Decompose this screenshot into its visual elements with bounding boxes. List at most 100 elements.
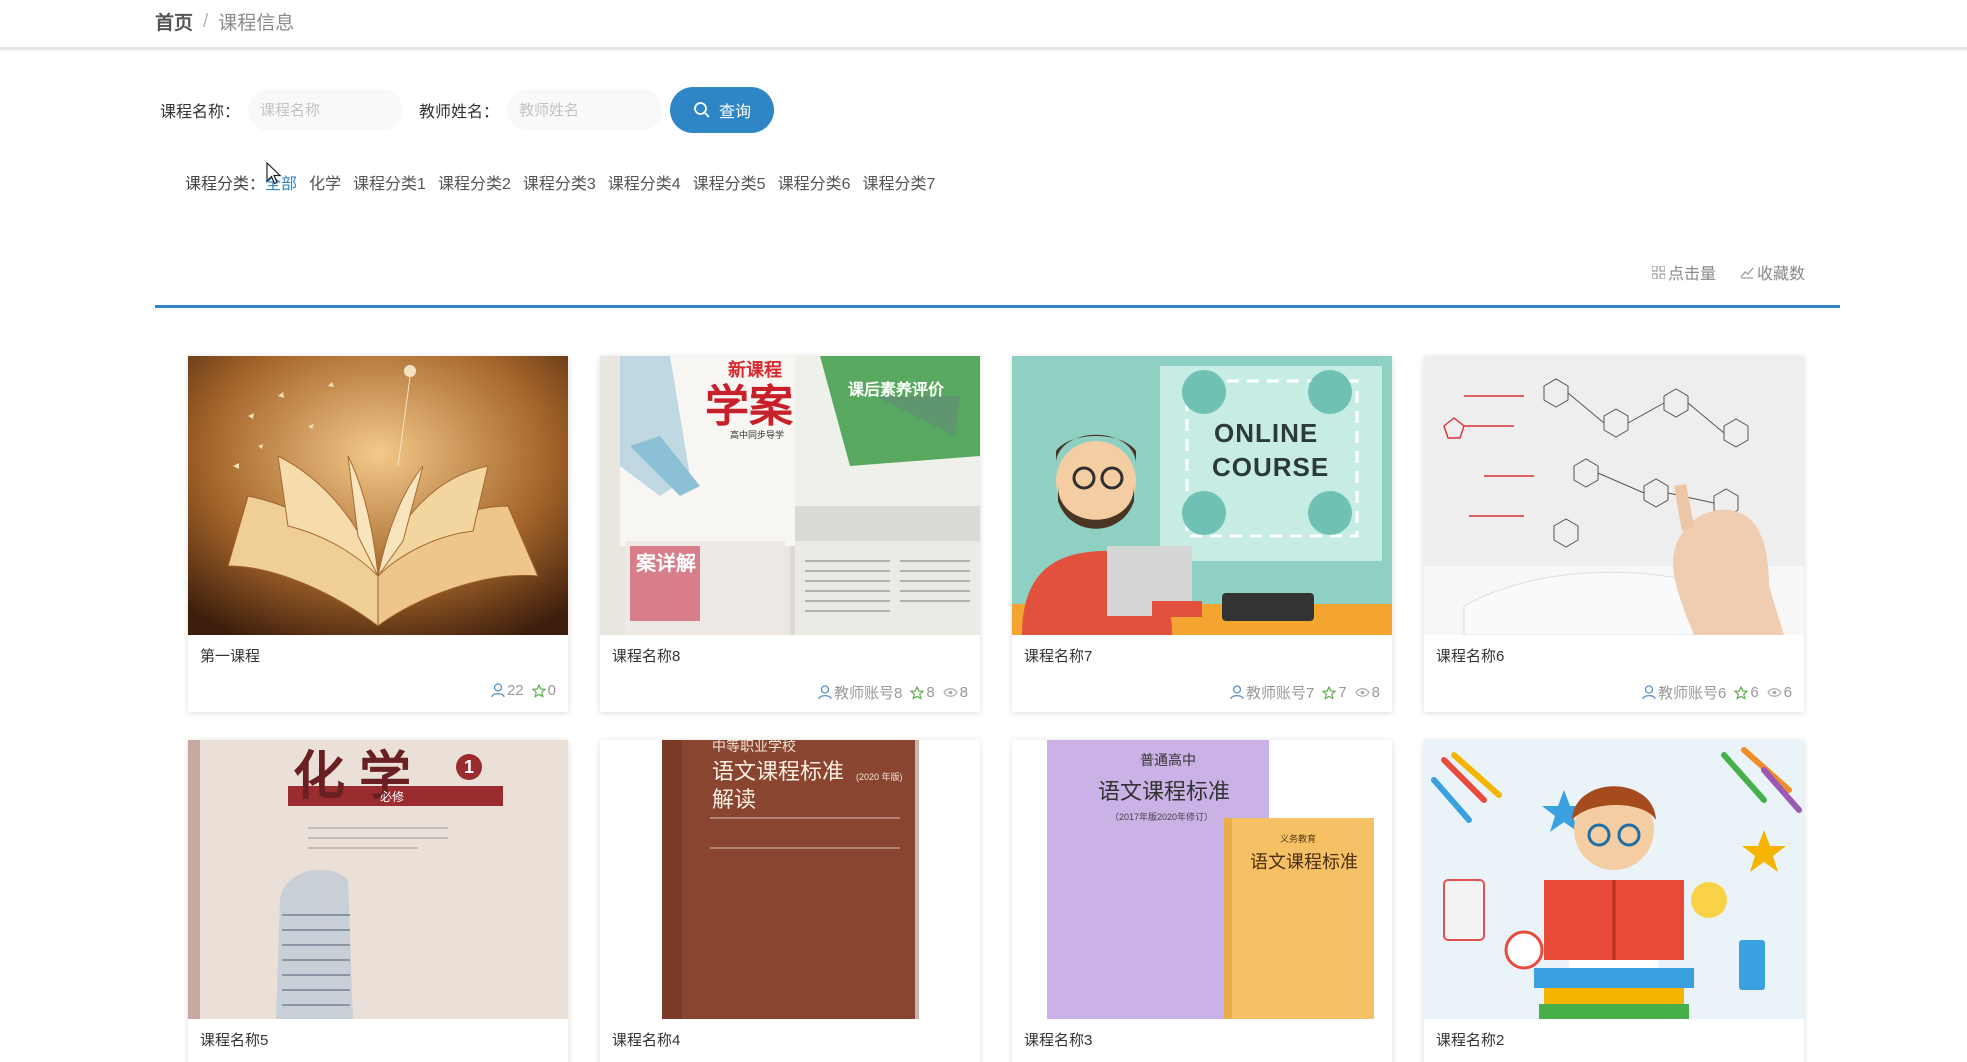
star-icon xyxy=(1734,685,1749,700)
course-meta: 教师账号6 6 6 xyxy=(1634,682,1792,703)
teacher-meta: 教师账号8 xyxy=(818,682,902,703)
category-item-chemistry[interactable]: 化学 xyxy=(309,170,341,194)
course-card[interactable]: 课程名称6 教师账号6 6 6 xyxy=(1424,356,1804,712)
teacher-value: 教师账号7 xyxy=(1245,685,1315,702)
search-form: 课程名称： 教师姓名： 查询 xyxy=(160,87,775,133)
breadcrumb-current: 课程信息 xyxy=(218,13,295,34)
stars-value: 0 xyxy=(547,682,556,699)
course-cover-image: 中等职业学校 语文课程标准 (2020 年版) 解读 xyxy=(600,740,980,1019)
stars-value: 8 xyxy=(926,684,935,701)
category-item-3[interactable]: 课程分类3 xyxy=(523,170,596,194)
top-bar: 首页 / 课程信息 xyxy=(0,0,1967,50)
cover-text: COURSE xyxy=(1212,452,1330,482)
teacher-name-input[interactable] xyxy=(507,89,663,131)
course-card[interactable]: 第一课程 22 0 xyxy=(188,356,568,712)
category-filter: 课程分类： 全部 化学 课程分类1 课程分类2 课程分类3 课程分类4 课程分类… xyxy=(185,170,947,194)
teacher-meta: 22 xyxy=(491,682,524,699)
course-meta: 22 0 xyxy=(483,682,556,699)
course-cover-image xyxy=(188,356,568,635)
cover-text: （2017年版2020年修订） xyxy=(1110,812,1214,822)
search-icon xyxy=(694,102,710,118)
course-name-input[interactable] xyxy=(248,89,404,131)
sort-grid-icon xyxy=(1651,265,1665,279)
cover-text: 化学 xyxy=(293,746,426,807)
teacher-value: 教师账号6 xyxy=(1657,685,1727,702)
views-value: 8 xyxy=(1371,684,1380,701)
category-label: 课程分类： xyxy=(185,176,266,193)
course-name-label: 课程名称： xyxy=(160,104,241,121)
cover-text: 学案 xyxy=(705,381,793,432)
course-cover-image: 普通高中 语文课程标准 （2017年版2020年修订） 义务教育 语文课程标准 xyxy=(1012,740,1392,1019)
course-cover-image: 新课程 学案 高中同步导学 课后素养评价 案详解 xyxy=(600,356,980,635)
category-item-1[interactable]: 课程分类1 xyxy=(353,170,426,194)
user-icon xyxy=(1642,685,1656,700)
course-card[interactable]: 新课程 学案 高中同步导学 课后素养评价 案详解 课程名称8 教师账号8 8 8 xyxy=(600,356,980,712)
cover-text: (2020 年版) xyxy=(856,772,903,782)
eye-icon xyxy=(1354,688,1370,697)
course-title: 课程名称8 xyxy=(612,648,681,665)
category-item-7[interactable]: 课程分类7 xyxy=(862,170,935,194)
course-card[interactable]: ONLINE COURSE 课程名称7 教师账号7 7 8 xyxy=(1012,356,1392,712)
category-item-6[interactable]: 课程分类6 xyxy=(778,170,851,194)
views-value: 8 xyxy=(959,684,968,701)
sort-by-clicks[interactable]: 点击量 xyxy=(1651,260,1716,284)
stars-meta: 6 xyxy=(1734,684,1759,701)
course-card[interactable]: 课程名称2 xyxy=(1424,740,1804,1062)
course-card[interactable]: 化学 1 必修 课程名称5 xyxy=(188,740,568,1062)
cover-text: 义务教育 xyxy=(1280,834,1317,844)
sort-chart-icon xyxy=(1740,267,1754,279)
cover-text: 解读 xyxy=(712,788,757,813)
user-icon xyxy=(818,685,832,700)
star-icon xyxy=(1322,685,1337,700)
category-item-2[interactable]: 课程分类2 xyxy=(438,170,511,194)
course-title: 课程名称3 xyxy=(1024,1032,1093,1049)
category-item-4[interactable]: 课程分类4 xyxy=(608,170,681,194)
cover-text: 必修 xyxy=(380,790,405,804)
search-button-label: 查询 xyxy=(719,104,752,121)
mouse-cursor-icon xyxy=(266,162,282,185)
course-card[interactable]: 中等职业学校 语文课程标准 (2020 年版) 解读 课程名称4 xyxy=(600,740,980,1062)
course-title: 课程名称6 xyxy=(1436,648,1505,665)
cover-text: 普通高中 xyxy=(1140,753,1196,769)
stars-value: 7 xyxy=(1338,684,1347,701)
course-meta: 教师账号7 7 8 xyxy=(1222,682,1380,703)
cover-text: ONLINE xyxy=(1214,418,1319,448)
course-title: 课程名称7 xyxy=(1024,648,1093,665)
cover-text: 1 xyxy=(456,754,482,780)
section-divider xyxy=(155,305,1840,308)
course-title: 第一课程 xyxy=(200,648,261,665)
course-card[interactable]: 普通高中 语文课程标准 （2017年版2020年修订） 义务教育 语文课程标准 … xyxy=(1012,740,1392,1062)
stars-meta: 0 xyxy=(531,682,556,699)
breadcrumb-home[interactable]: 首页 xyxy=(155,8,193,35)
cover-text: 高中同步导学 xyxy=(730,430,785,440)
views-value: 6 xyxy=(1783,684,1792,701)
course-cover-image: 化学 1 必修 xyxy=(188,740,568,1019)
course-cover-image: ONLINE COURSE xyxy=(1012,356,1392,635)
cover-text: 案详解 xyxy=(636,553,696,575)
star-icon xyxy=(910,685,925,700)
views-meta: 8 xyxy=(1354,684,1380,701)
stars-meta: 8 xyxy=(910,684,935,701)
eye-icon xyxy=(942,688,958,697)
teacher-value: 教师账号8 xyxy=(833,685,903,702)
stars-value: 6 xyxy=(1750,684,1759,701)
views-meta: 8 xyxy=(942,684,968,701)
course-title: 课程名称4 xyxy=(612,1032,681,1049)
sort-controls: 点击量 收藏数 xyxy=(1628,260,1805,284)
views-meta: 6 xyxy=(1766,684,1792,701)
teacher-value: 22 xyxy=(506,682,524,699)
sort-favorites-label: 收藏数 xyxy=(1756,266,1805,283)
user-icon xyxy=(1230,685,1244,700)
star-icon xyxy=(531,683,546,698)
course-title: 课程名称2 xyxy=(1436,1032,1505,1049)
search-button[interactable]: 查询 xyxy=(670,87,775,133)
course-cover-image xyxy=(1424,356,1804,635)
breadcrumb: 首页 / 课程信息 xyxy=(155,8,294,35)
cover-text: 课后素养评价 xyxy=(848,382,945,399)
course-meta: 教师账号8 8 8 xyxy=(810,682,968,703)
category-item-5[interactable]: 课程分类5 xyxy=(693,170,766,194)
stars-meta: 7 xyxy=(1322,684,1347,701)
sort-clicks-label: 点击量 xyxy=(1667,266,1716,283)
cover-text: 语文课程标准 xyxy=(1098,780,1231,805)
sort-by-favorites[interactable]: 收藏数 xyxy=(1740,260,1805,284)
